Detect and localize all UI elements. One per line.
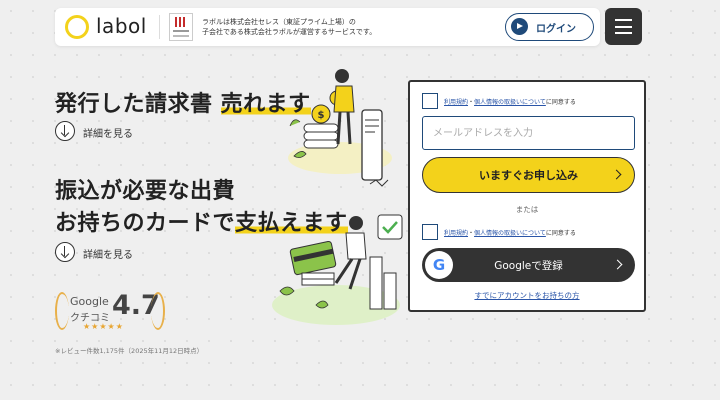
hero-heading-invoice: 発行した請求書 売れます (55, 86, 311, 118)
invoice-money-illustration: $ (288, 69, 392, 187)
laurel-left-icon (55, 292, 69, 330)
privacy-policy-link[interactable]: 個人情報の取扱いについて (474, 230, 546, 237)
login-arrow-icon (511, 18, 528, 35)
laurel-right-icon (151, 292, 165, 330)
hamburger-line (615, 25, 632, 28)
review-count-note: ※レビュー件数1,175件（2025年11月12日時点） (55, 347, 204, 355)
seres-logo-icon (169, 13, 193, 41)
terms-checkbox-top[interactable] (422, 93, 438, 109)
terms-agreement-bottom: 利用規約・個人情報の取扱いについてに同意する (444, 228, 576, 237)
labol-logo[interactable]: labol (65, 14, 155, 40)
privacy-policy-link[interactable]: 個人情報の取扱いについて (474, 99, 546, 106)
logo-ring-icon (65, 15, 89, 39)
google-review-badge: Google クチコミ 4.7 ★★★★★ (55, 290, 165, 336)
logo-text: labol (96, 14, 147, 38)
corporate-notice-line2: 子会社である株式会社ラボルが運営するサービスです。 (202, 28, 377, 36)
star-rating-icon: ★★★★★ (83, 322, 124, 331)
details-link-invoice[interactable]: 詳細を見る (55, 121, 145, 141)
heading-text: お持ちのカードで (55, 211, 236, 236)
corporate-notice: ラボルは株式会社セレス（東証プライム上場）の 子会社である株式会社ラボルが運営す… (202, 17, 376, 37)
hamburger-menu-button[interactable] (605, 8, 642, 45)
apply-now-label: いますぐお申し込み (479, 169, 578, 182)
terms-checkbox-bottom[interactable] (422, 224, 438, 240)
google-signup-label: Googleで登録 (494, 260, 563, 272)
details-label: 詳細を見る (83, 129, 133, 140)
corporate-notice-line1: ラボルは株式会社セレス（東証プライム上場）の (202, 18, 356, 26)
login-button[interactable]: ログイン (505, 13, 594, 41)
badge-google-label: Google (70, 295, 109, 308)
existing-account-link[interactable]: すでにアカウントをお持ちの方 (410, 290, 644, 301)
terms-of-use-link[interactable]: 利用規約 (444, 230, 468, 237)
login-label: ログイン (536, 24, 576, 35)
details-label: 詳細を見る (83, 250, 133, 261)
arrow-down-circle-icon (55, 242, 75, 262)
hamburger-line (615, 32, 632, 34)
email-input[interactable] (422, 116, 635, 150)
arrow-down-circle-icon (55, 121, 75, 141)
header-divider (159, 15, 160, 39)
terms-agree-text: に同意する (545, 99, 576, 106)
heading-text: 発行した請求書 (55, 92, 221, 117)
card-payment-illustration (272, 214, 403, 325)
google-signup-button[interactable]: G Googleで登録 (422, 248, 635, 282)
hero-heading-card-line1: 振込が必要な出費 (55, 179, 236, 204)
signup-form-card: 利用規約・個人情報の取扱いについてに同意する いますぐお申し込み または 利用規… (408, 80, 646, 312)
site-header: labol ラボルは株式会社セレス（東証プライム上場）の 子会社である株式会社ラ… (55, 8, 600, 46)
terms-agree-text: に同意する (545, 230, 576, 237)
or-divider-label: または (515, 205, 539, 214)
apply-now-button[interactable]: いますぐお申し込み (422, 157, 635, 193)
hamburger-menu-icon (615, 19, 632, 21)
terms-of-use-link[interactable]: 利用規約 (444, 99, 468, 106)
terms-agreement-top: 利用規約・個人情報の取扱いについてに同意する (444, 97, 576, 106)
svg-text:$: $ (318, 110, 325, 121)
details-link-card[interactable]: 詳細を見る (55, 242, 145, 262)
